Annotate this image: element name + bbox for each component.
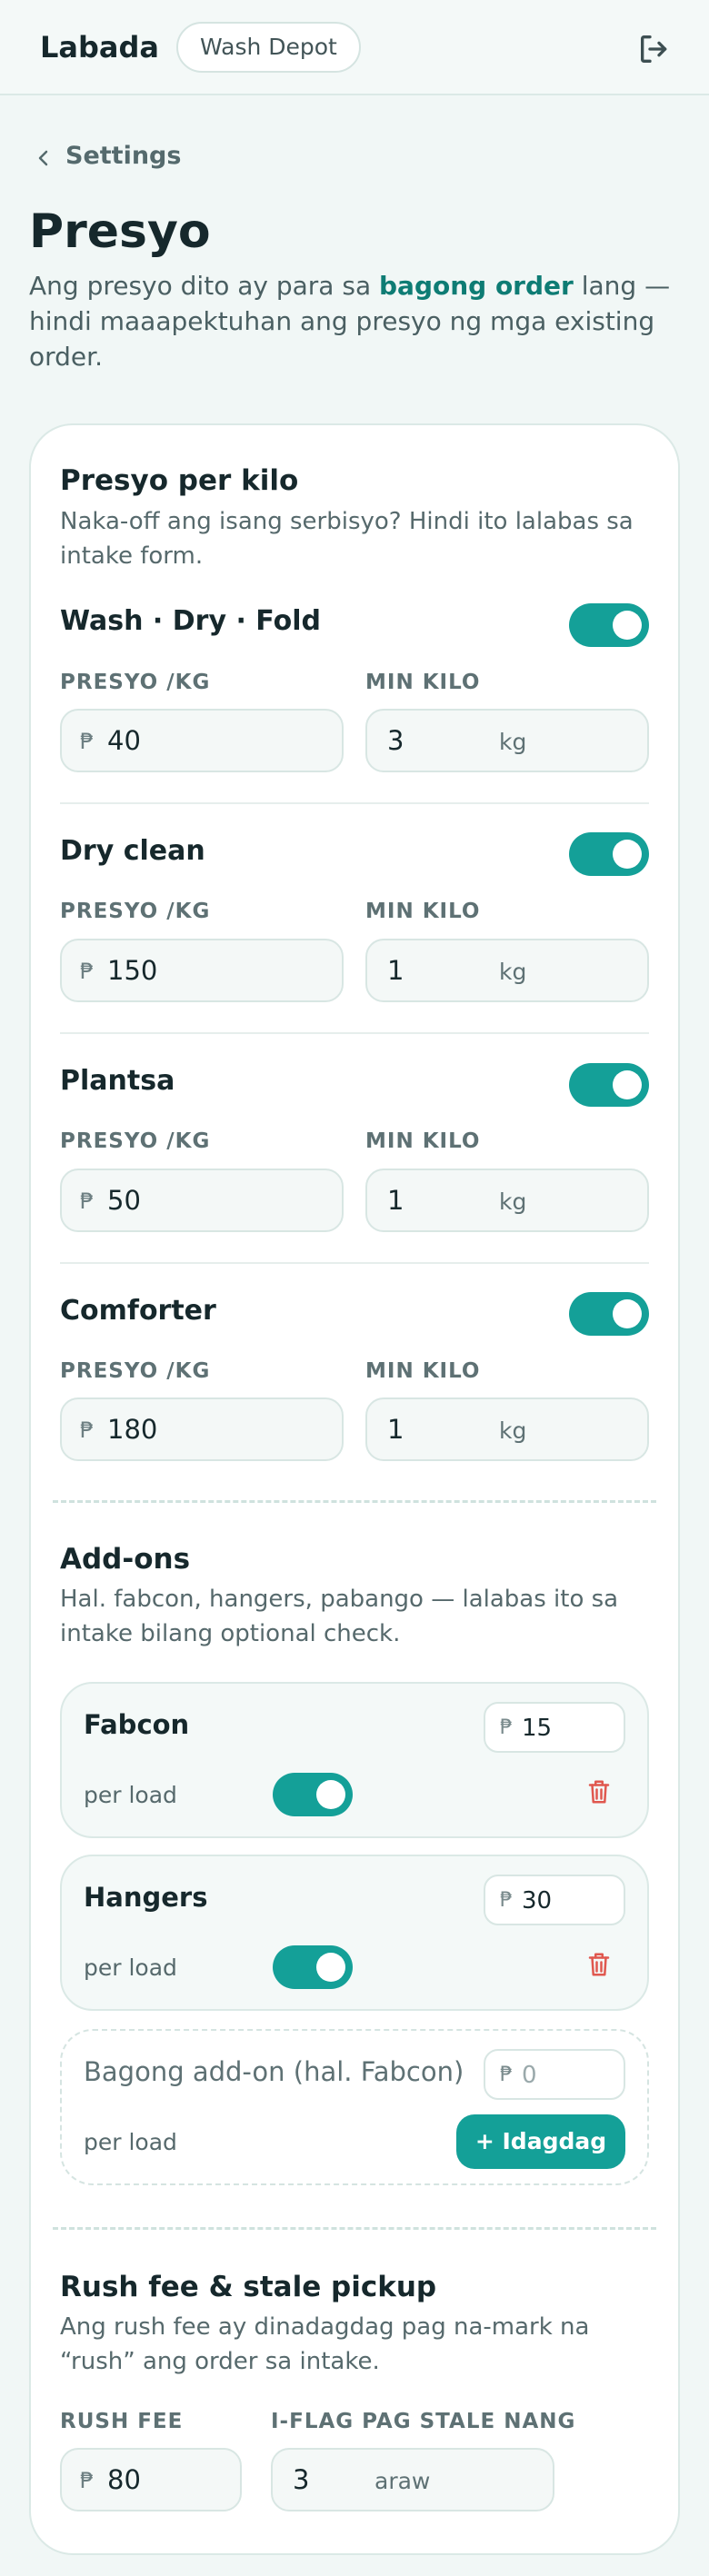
page-title: Presyo bbox=[29, 204, 211, 259]
rush-title: Rush fee & stale pickup bbox=[60, 2271, 437, 2303]
rush-fee-label: RUSH FEE bbox=[60, 2410, 184, 2433]
service-name: Plantsa bbox=[60, 1065, 175, 1097]
addon-item: Hangers ₱ 30 per load bbox=[60, 1855, 649, 2011]
back-label: Settings bbox=[65, 142, 182, 170]
peso-icon: ₱ bbox=[500, 1889, 513, 1912]
new-addon-price-placeholder: 0 bbox=[522, 2062, 537, 2089]
per-kilo-desc: Naka-off ang isang serbisyo? Hindi ito l… bbox=[60, 508, 634, 570]
price-value: 180 bbox=[107, 1414, 158, 1445]
section-divider bbox=[53, 2227, 656, 2230]
stale-unit: araw bbox=[374, 2468, 431, 2494]
stale-days-input[interactable]: 3 araw bbox=[271, 2448, 554, 2511]
trash-icon[interactable] bbox=[587, 1951, 611, 1978]
section-divider bbox=[53, 1500, 656, 1503]
peso-icon: ₱ bbox=[80, 1189, 95, 1214]
service-toggle[interactable] bbox=[569, 832, 649, 876]
price-label: PRESYO /KG bbox=[60, 671, 211, 694]
rush-desc: Ang rush fee ay dinadagdag pag na-mark n… bbox=[60, 2313, 590, 2375]
peso-icon: ₱ bbox=[80, 1417, 95, 1443]
peso-icon: ₱ bbox=[80, 2468, 95, 2493]
min-kilo-input[interactable]: 1 kg bbox=[365, 1397, 649, 1461]
service-name: Wash · Dry · Fold bbox=[60, 605, 321, 637]
min-kilo-input[interactable]: 1 kg bbox=[365, 1169, 649, 1232]
price-value: 50 bbox=[107, 1185, 141, 1216]
new-addon-price-input[interactable]: ₱ 0 bbox=[484, 2049, 625, 2100]
rush-fee-value: 80 bbox=[107, 2464, 141, 2495]
min-label: MIN KILO bbox=[365, 671, 481, 694]
addon-item: Fabcon ₱ 15 per load bbox=[60, 1682, 649, 1838]
addon-price-input[interactable]: ₱ 15 bbox=[484, 1702, 625, 1753]
service-name: Dry clean bbox=[60, 835, 205, 867]
addon-per: per load bbox=[84, 1782, 177, 1808]
price-label: PRESYO /KG bbox=[60, 1359, 211, 1383]
min-label: MIN KILO bbox=[365, 1359, 481, 1383]
peso-icon: ₱ bbox=[500, 1716, 513, 1739]
addons-title: Add-ons bbox=[60, 1543, 191, 1576]
new-addon-name-input[interactable]: Bagong add-on (hal. Fabcon) bbox=[84, 2056, 464, 2087]
chevron-left-icon bbox=[38, 150, 48, 166]
addon-per: per load bbox=[84, 1954, 177, 1981]
service-name: Comforter bbox=[60, 1295, 216, 1327]
addon-name[interactable]: Hangers bbox=[84, 1882, 207, 1913]
addon-per: per load bbox=[84, 2129, 177, 2155]
price-input[interactable]: ₱ 150 bbox=[60, 939, 344, 1002]
top-bar: Labada Wash Depot bbox=[0, 0, 709, 95]
price-input[interactable]: ₱ 180 bbox=[60, 1397, 344, 1461]
unit-label: kg bbox=[499, 1417, 527, 1444]
min-value: 3 bbox=[387, 725, 404, 756]
price-value: 150 bbox=[107, 955, 158, 986]
price-input[interactable]: ₱ 40 bbox=[60, 709, 344, 772]
addon-price-value: 15 bbox=[522, 1715, 553, 1742]
price-value: 40 bbox=[107, 725, 141, 756]
divider bbox=[60, 1262, 649, 1264]
price-label: PRESYO /KG bbox=[60, 900, 211, 923]
min-value: 1 bbox=[387, 955, 404, 986]
lead-emphasis: bagong order bbox=[379, 271, 574, 301]
addon-name[interactable]: Fabcon bbox=[84, 1709, 189, 1740]
unit-label: kg bbox=[499, 729, 527, 755]
min-label: MIN KILO bbox=[365, 1129, 481, 1153]
rush-fee-input[interactable]: ₱ 80 bbox=[60, 2448, 242, 2511]
addon-toggle[interactable] bbox=[273, 1945, 353, 1989]
addon-price-value: 30 bbox=[522, 1887, 553, 1915]
divider bbox=[60, 802, 649, 804]
peso-icon: ₱ bbox=[80, 729, 95, 754]
price-input[interactable]: ₱ 50 bbox=[60, 1169, 344, 1232]
add-addon-button[interactable]: + Idagdag bbox=[456, 2114, 625, 2169]
peso-icon: ₱ bbox=[500, 2064, 513, 2086]
per-kilo-title: Presyo per kilo bbox=[60, 464, 299, 497]
lead-text: Ang presyo dito ay para sa bbox=[29, 271, 379, 301]
stale-label: I-FLAG PAG STALE NANG bbox=[271, 2410, 576, 2433]
trash-icon[interactable] bbox=[587, 1778, 611, 1805]
page-description: Ang presyo dito ay para sa bagong order … bbox=[29, 268, 684, 374]
service-toggle[interactable] bbox=[569, 1063, 649, 1107]
addon-price-input[interactable]: ₱ 30 bbox=[484, 1875, 625, 1925]
shop-selector[interactable]: Wash Depot bbox=[176, 22, 361, 73]
min-value: 1 bbox=[387, 1185, 404, 1216]
peso-icon: ₱ bbox=[80, 959, 95, 984]
min-kilo-input[interactable]: 3 kg bbox=[365, 709, 649, 772]
min-value: 1 bbox=[387, 1414, 404, 1445]
min-label: MIN KILO bbox=[365, 900, 481, 923]
unit-label: kg bbox=[499, 1189, 527, 1215]
addons-desc: Hal. fabcon, hangers, pabango — lalabas … bbox=[60, 1586, 619, 1647]
min-kilo-input[interactable]: 1 kg bbox=[365, 939, 649, 1002]
addon-toggle[interactable] bbox=[273, 1773, 353, 1816]
divider bbox=[60, 1032, 649, 1034]
new-addon-form: Bagong add-on (hal. Fabcon) ₱ 0 per load… bbox=[60, 2029, 649, 2185]
brand-name: Labada bbox=[40, 30, 159, 65]
service-toggle[interactable] bbox=[569, 1292, 649, 1336]
logout-icon[interactable] bbox=[636, 31, 673, 67]
price-label: PRESYO /KG bbox=[60, 1129, 211, 1153]
stale-days-value: 3 bbox=[293, 2464, 310, 2495]
unit-label: kg bbox=[499, 959, 527, 985]
service-toggle[interactable] bbox=[569, 603, 649, 647]
